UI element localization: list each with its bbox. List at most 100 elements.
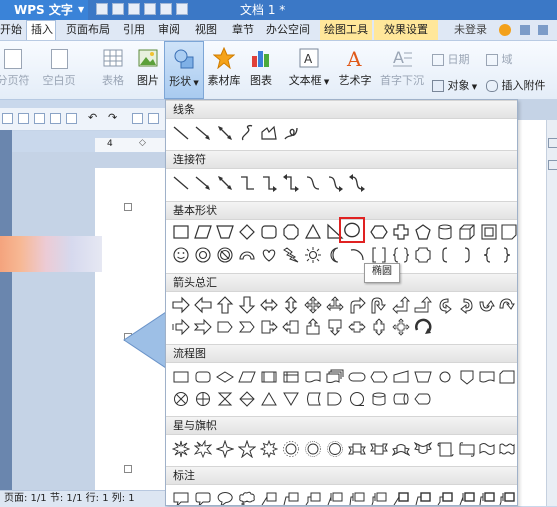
- double-arrow-line-shape[interactable]: [216, 124, 234, 142]
- print-icon[interactable]: [144, 3, 156, 15]
- flowchart-internal-storage-shape[interactable]: [282, 368, 300, 386]
- flowchart-merge-shape[interactable]: [282, 390, 300, 408]
- flowchart-display-shape[interactable]: [414, 390, 432, 408]
- style-icon[interactable]: [132, 113, 143, 124]
- curved-left-arrow-shape[interactable]: [458, 296, 476, 314]
- shape-button[interactable]: 形状 ▼: [164, 41, 204, 99]
- accent-border-callout-3-shape[interactable]: [498, 490, 516, 505]
- star-4-point-shape[interactable]: [216, 440, 234, 458]
- blank-page-button[interactable]: 空白页: [36, 41, 82, 88]
- pentagon-shape[interactable]: [414, 223, 432, 241]
- tab-effect-settings[interactable]: 效果设置: [374, 20, 438, 40]
- flowchart-sort-shape[interactable]: [238, 390, 256, 408]
- save-icon[interactable]: [128, 3, 140, 15]
- curved-up-ribbon-shape[interactable]: [392, 440, 410, 458]
- oval-callout-shape[interactable]: [216, 490, 234, 505]
- flowchart-predefined-process-shape[interactable]: [260, 368, 278, 386]
- open-icon[interactable]: [112, 3, 124, 15]
- right-bracket-shape[interactable]: [458, 246, 476, 264]
- flowchart-offpage-connector-shape[interactable]: [458, 368, 476, 386]
- explosion-1-shape[interactable]: [172, 440, 190, 458]
- flowchart-stored-data-shape[interactable]: [304, 390, 322, 408]
- chevron-shape[interactable]: [238, 318, 256, 336]
- chart-button[interactable]: 图表: [244, 41, 278, 88]
- insert-attachment-button[interactable]: 插入附件: [486, 77, 546, 93]
- elbow-double-arrow-connector-shape[interactable]: [282, 174, 300, 192]
- curved-up-arrow-shape[interactable]: [478, 296, 496, 314]
- curve-shape[interactable]: [238, 124, 256, 142]
- smiley-face-shape[interactable]: [172, 246, 190, 264]
- double-bracket-shape[interactable]: [370, 246, 388, 264]
- right-brace-shape[interactable]: [498, 246, 516, 264]
- double-brace-shape[interactable]: [392, 246, 410, 264]
- field-button[interactable]: 域: [486, 51, 513, 67]
- wordart-button[interactable]: A 艺术字: [336, 41, 374, 88]
- vertical-scrollbar[interactable]: [546, 120, 557, 506]
- table-button[interactable]: 表格: [95, 41, 131, 88]
- blue-triangle-shape[interactable]: [122, 310, 167, 373]
- border-callout-3-shape[interactable]: [436, 490, 454, 505]
- flowchart-card-shape[interactable]: [478, 368, 496, 386]
- flowchart-data-shape[interactable]: [238, 368, 256, 386]
- flowchart-summing-junction-shape[interactable]: [172, 390, 190, 408]
- trapezoid-shape[interactable]: [216, 223, 234, 241]
- cross-shape[interactable]: [392, 223, 410, 241]
- tab-references[interactable]: 引用: [123, 20, 145, 40]
- app-menu-button[interactable]: WPS 文字 ▼: [0, 0, 88, 20]
- preview-icon[interactable]: [66, 113, 77, 124]
- flowchart-alternate-process-shape[interactable]: [194, 368, 212, 386]
- redo-icon[interactable]: ↷: [108, 111, 119, 124]
- format-painter-icon[interactable]: [148, 113, 159, 124]
- heart-shape[interactable]: [260, 246, 278, 264]
- circular-arrow-shape[interactable]: [414, 318, 432, 336]
- selection-handle[interactable]: [124, 203, 132, 211]
- undo-icon[interactable]: ↶: [88, 111, 99, 124]
- left-up-arrow-shape[interactable]: [392, 296, 410, 314]
- up-down-arrow-shape[interactable]: [282, 296, 300, 314]
- left-right-arrow-shape[interactable]: [260, 296, 278, 314]
- arrow-line-shape[interactable]: [194, 124, 212, 142]
- dropcap-button[interactable]: A 首字下沉: [378, 41, 426, 88]
- wave-shape[interactable]: [478, 440, 496, 458]
- date-button[interactable]: 日期: [432, 51, 470, 67]
- flowchart-preparation-shape[interactable]: [370, 368, 388, 386]
- scroll-handle[interactable]: [548, 160, 557, 170]
- can-shape[interactable]: [436, 223, 454, 241]
- flowchart-document-shape[interactable]: [304, 368, 322, 386]
- pentagon-arrow-shape[interactable]: [216, 318, 234, 336]
- accent-border-callout-1-shape[interactable]: [458, 490, 476, 505]
- rectangular-callout-shape[interactable]: [172, 490, 190, 505]
- freeform-shape[interactable]: [260, 124, 278, 142]
- explosion-2-shape[interactable]: [194, 440, 212, 458]
- flowchart-process-shape[interactable]: [172, 368, 190, 386]
- login-status[interactable]: 未登录: [454, 20, 548, 40]
- flowchart-delay-shape[interactable]: [326, 390, 344, 408]
- page-break-button[interactable]: 分页符: [0, 41, 32, 88]
- flowchart-sequential-access-storage-shape[interactable]: [348, 390, 366, 408]
- tab-drawing-tools[interactable]: 绘图工具: [320, 20, 372, 40]
- border-callout-1-shape[interactable]: [392, 490, 410, 505]
- down-ribbon-shape[interactable]: [370, 440, 388, 458]
- flowchart-or-shape[interactable]: [194, 390, 212, 408]
- bent-arrow-shape[interactable]: [348, 296, 366, 314]
- no-symbol-shape[interactable]: [216, 246, 234, 264]
- moon-shape[interactable]: [326, 246, 344, 264]
- tab-section[interactable]: 章节: [232, 20, 254, 40]
- folded-corner-shape[interactable]: [500, 223, 517, 241]
- accent-border-callout-2-shape[interactable]: [478, 490, 496, 505]
- rounded-rectangle-shape[interactable]: [260, 223, 278, 241]
- left-bracket-shape[interactable]: [436, 246, 454, 264]
- flowchart-collate-shape[interactable]: [216, 390, 234, 408]
- double-wave-shape[interactable]: [498, 440, 516, 458]
- tab-page-layout[interactable]: 页面布局: [66, 20, 110, 40]
- sun-shape[interactable]: [304, 246, 322, 264]
- scribble-shape[interactable]: [282, 124, 300, 142]
- flowchart-direct-access-storage-shape[interactable]: [392, 390, 410, 408]
- line-callout-4-shape[interactable]: [326, 490, 344, 505]
- star-8-point-shape[interactable]: [260, 440, 278, 458]
- star-32-point-shape[interactable]: [326, 440, 344, 458]
- curved-arrow-connector-shape[interactable]: [326, 174, 344, 192]
- tab-home[interactable]: 开始: [0, 20, 22, 40]
- elbow-arrow-connector-shape[interactable]: [260, 174, 278, 192]
- diamond-shape[interactable]: [238, 223, 256, 241]
